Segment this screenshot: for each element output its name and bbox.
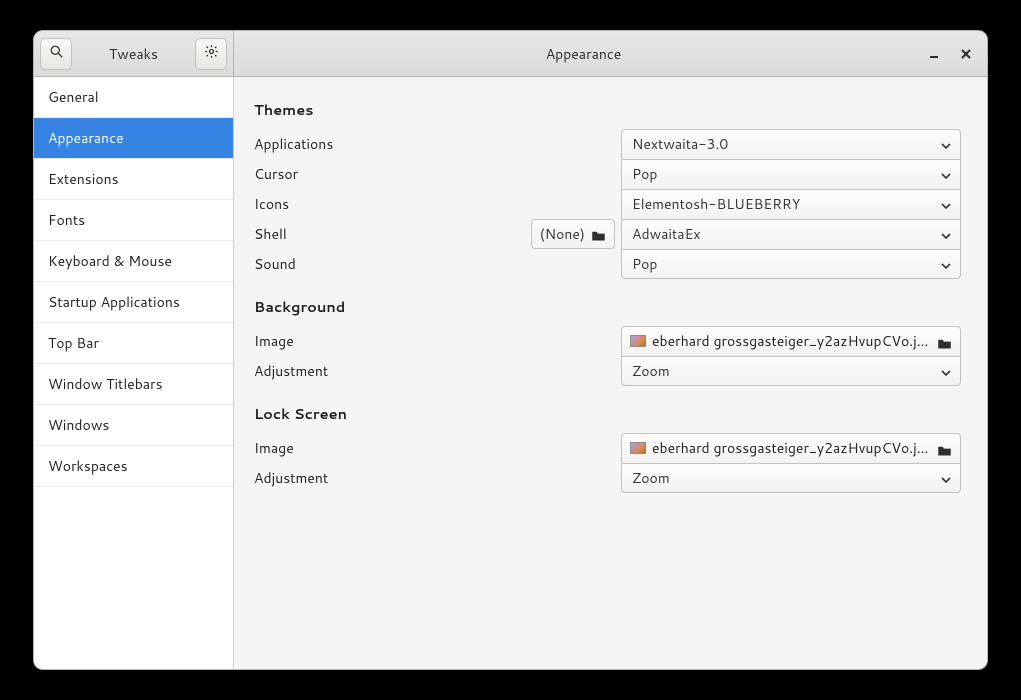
search-icon <box>49 44 64 64</box>
window-body: General Appearance Extensions Fonts Keyb… <box>34 77 987 669</box>
row-label: Image <box>254 331 621 351</box>
combo-value: Pop <box>632 254 657 274</box>
section-title-themes: Themes <box>254 99 961 120</box>
section-background: Background Image eberhard grossgasteiger… <box>254 296 961 386</box>
row-label: Cursor <box>254 164 621 184</box>
ls-adjustment-combo[interactable]: Zoom <box>621 463 961 493</box>
shell-theme-combo[interactable]: AdwaitaEx <box>621 219 961 249</box>
sidebar: General Appearance Extensions Fonts Keyb… <box>34 77 234 669</box>
row-bg-image: Image eberhard grossgasteiger_y2azHvupCV… <box>254 325 961 356</box>
row-label: Shell <box>254 224 531 244</box>
row-ls-adjustment: Adjustment Zoom <box>254 462 961 493</box>
sidebar-item-label: Appearance <box>48 128 124 148</box>
sidebar-item-fonts[interactable]: Fonts <box>34 200 233 241</box>
sidebar-item-top-bar[interactable]: Top Bar <box>34 323 233 364</box>
window-controls <box>925 45 979 63</box>
sidebar-item-label: Keyboard & Mouse <box>48 251 172 271</box>
combo-value: Elementosh-BLUEBERRY <box>632 194 800 214</box>
chevron-down-icon <box>941 134 951 154</box>
page-title: Appearance <box>242 44 925 64</box>
folder-icon <box>937 335 952 348</box>
combo-value: Nextwaita-3.0 <box>632 134 728 154</box>
combo-value: Zoom <box>632 468 670 488</box>
row-label: Adjustment <box>254 468 621 488</box>
headerbar-left: Tweaks <box>34 31 234 76</box>
chevron-down-icon <box>941 254 951 274</box>
tweaks-window: Tweaks Appearance General Appea <box>33 30 988 670</box>
row-cursor: Cursor Pop <box>254 158 961 189</box>
section-title-background: Background <box>254 296 961 317</box>
row-ls-image: Image eberhard grossgasteiger_y2azHvupCV… <box>254 432 961 463</box>
sidebar-item-extensions[interactable]: Extensions <box>34 159 233 200</box>
applications-theme-combo[interactable]: Nextwaita-3.0 <box>621 129 961 159</box>
chevron-down-icon <box>941 194 951 214</box>
chevron-down-icon <box>941 164 951 184</box>
combo-value: Zoom <box>632 361 670 381</box>
gear-icon <box>204 44 219 64</box>
sidebar-item-label: Workspaces <box>48 456 128 476</box>
sidebar-item-label: Window Titlebars <box>48 374 163 394</box>
pill-label: (None) <box>540 224 585 244</box>
image-thumb-icon <box>630 335 646 347</box>
section-themes: Themes Applications Nextwaita-3.0 Cursor <box>254 99 961 279</box>
minimize-button[interactable] <box>925 45 943 63</box>
sidebar-item-window-titlebars[interactable]: Window Titlebars <box>34 364 233 405</box>
headerbar: Tweaks Appearance <box>34 31 987 77</box>
row-label: Applications <box>254 134 621 154</box>
image-thumb-icon <box>630 442 646 454</box>
bg-adjustment-combo[interactable]: Zoom <box>621 356 961 386</box>
row-label: Adjustment <box>254 361 621 381</box>
file-label: eberhard grossgasteiger_y2azHvupCVo.jpeg <box>652 331 931 351</box>
section-title-lockscreen: Lock Screen <box>254 403 961 424</box>
sidebar-item-windows[interactable]: Windows <box>34 405 233 446</box>
sidebar-item-label: Fonts <box>48 210 85 230</box>
sidebar-item-label: Extensions <box>48 169 119 189</box>
sidebar-item-general[interactable]: General <box>34 77 233 118</box>
row-shell: Shell (None) AdwaitaEx <box>254 218 961 249</box>
chevron-down-icon <box>941 224 951 244</box>
sidebar-item-label: General <box>48 87 99 107</box>
row-sound: Sound Pop <box>254 248 961 279</box>
close-button[interactable] <box>957 45 975 63</box>
sidebar-item-label: Top Bar <box>48 333 99 353</box>
headerbar-right: Appearance <box>234 31 987 76</box>
menu-button[interactable] <box>195 38 227 70</box>
app-title: Tweaks <box>72 44 195 64</box>
icons-theme-combo[interactable]: Elementosh-BLUEBERRY <box>621 189 961 219</box>
folder-icon <box>591 227 606 240</box>
sidebar-item-keyboard-mouse[interactable]: Keyboard & Mouse <box>34 241 233 282</box>
sound-theme-combo[interactable]: Pop <box>621 249 961 279</box>
sidebar-item-appearance[interactable]: Appearance <box>34 118 233 159</box>
file-label: eberhard grossgasteiger_y2azHvupCVo.jpeg <box>652 438 931 458</box>
shell-none-button[interactable]: (None) <box>531 219 615 249</box>
chevron-down-icon <box>941 468 951 488</box>
content-area: Themes Applications Nextwaita-3.0 Cursor <box>234 77 987 669</box>
row-icons: Icons Elementosh-BLUEBERRY <box>254 188 961 219</box>
ls-image-chooser[interactable]: eberhard grossgasteiger_y2azHvupCVo.jpeg <box>621 433 961 463</box>
combo-value: AdwaitaEx <box>632 224 701 244</box>
bg-image-chooser[interactable]: eberhard grossgasteiger_y2azHvupCVo.jpeg <box>621 326 961 356</box>
row-label: Icons <box>254 194 621 214</box>
chevron-down-icon <box>941 361 951 381</box>
sidebar-item-label: Windows <box>48 415 109 435</box>
row-label: Image <box>254 438 621 458</box>
row-applications: Applications Nextwaita-3.0 <box>254 128 961 159</box>
row-bg-adjustment: Adjustment Zoom <box>254 355 961 386</box>
sidebar-item-startup-applications[interactable]: Startup Applications <box>34 282 233 323</box>
section-lockscreen: Lock Screen Image eberhard grossgasteige… <box>254 403 961 493</box>
sidebar-item-workspaces[interactable]: Workspaces <box>34 446 233 487</box>
sidebar-item-label: Startup Applications <box>48 292 180 312</box>
folder-icon <box>937 442 952 455</box>
row-label: Sound <box>254 254 621 274</box>
cursor-theme-combo[interactable]: Pop <box>621 159 961 189</box>
combo-value: Pop <box>632 164 657 184</box>
search-button[interactable] <box>40 38 72 70</box>
